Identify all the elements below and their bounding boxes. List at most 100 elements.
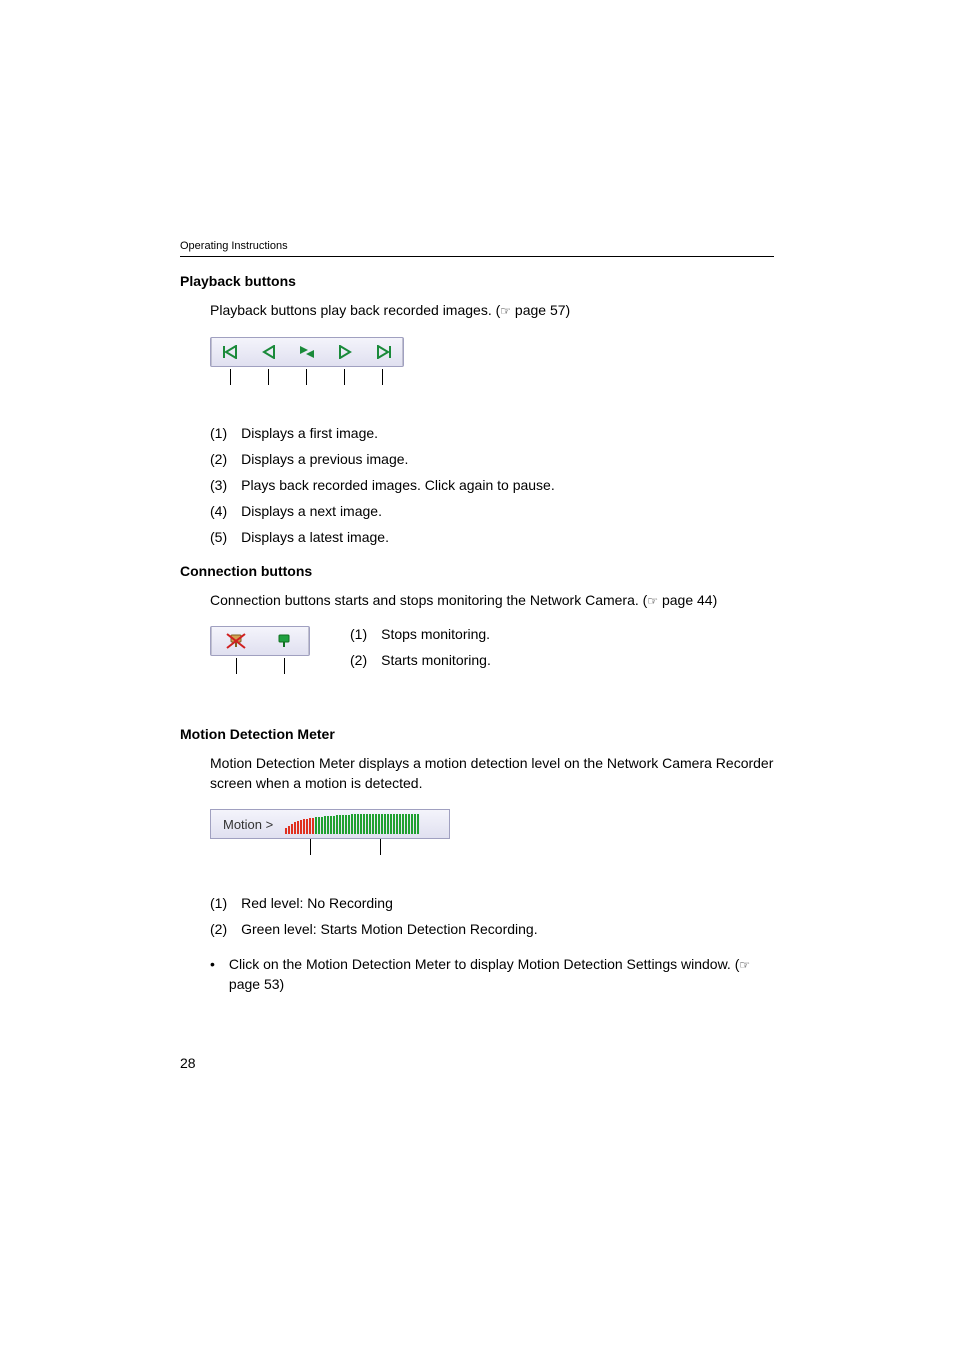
note-text: Click on the Motion Detection Meter to d… [229,955,774,994]
meter-bar-green [381,814,383,834]
last-image-button[interactable] [364,338,402,366]
stop-monitoring-button[interactable] [212,627,260,655]
first-image-button[interactable] [212,338,250,366]
meter-bar-red [291,824,293,834]
callout-tick [236,658,237,674]
meter-bar-red [303,819,305,834]
motion-meter-bars [285,814,427,834]
bullet-icon: • [210,955,215,994]
running-header: Operating Instructions [180,240,774,252]
callout-tick [344,369,345,385]
callout-tick [230,369,231,385]
list-item: (1)Red level: No Recording [210,895,774,911]
playback-intro: Playback buttons play back recorded imag… [210,301,774,321]
play-loop-icon [298,345,316,359]
callout-tick [284,658,285,674]
motion-figure: Motion > [210,809,450,865]
meter-bar-green [363,814,365,834]
playback-figure [210,337,774,395]
motion-intro: Motion Detection Meter displays a motion… [210,754,774,793]
page-number: 28 [180,1055,196,1071]
meter-bar-green [324,816,326,834]
header-rule [180,256,774,257]
meter-bar-green [354,814,356,834]
meter-bar-green [321,817,323,834]
callout-ticks [210,658,310,684]
list-item: (1) Displays a first image. [210,425,774,441]
camera-on-icon [273,632,295,650]
motion-meter-label: Motion > [211,817,285,832]
playback-intro-ref: page 57) [511,302,570,318]
meter-bar-green [408,814,410,834]
next-icon [338,345,352,359]
connection-list: (1)Stops monitoring. (2)Starts monitorin… [350,626,491,678]
meter-bar-green [387,814,389,834]
item-text: Displays a previous image. [241,451,408,467]
toolbar-separator [308,627,309,655]
meter-bar-green [393,814,395,834]
callout-tick [310,839,311,855]
meter-bar-green [351,814,353,834]
item-number: (2) [210,921,227,937]
connection-figure [210,626,310,684]
meter-bar-red [306,819,308,834]
list-item: (3)Plays back recorded images. Click aga… [210,477,774,493]
item-number: (2) [350,652,367,668]
meter-bar-green [345,815,347,834]
meter-bar-green [330,816,332,834]
reference-icon: ☞ [500,303,511,320]
next-image-button[interactable] [326,338,364,366]
play-pause-button[interactable] [288,338,326,366]
meter-bar-green [417,814,419,834]
callout-tick [380,839,381,855]
list-item: (5)Displays a latest image. [210,529,774,545]
toolbar-separator [402,338,403,366]
motion-list: (1)Red level: No Recording (2)Green leve… [210,895,774,937]
item-text: Stops monitoring. [381,626,490,642]
meter-bar-red [288,826,290,834]
list-item: (2) Displays a previous image. [210,451,774,467]
meter-bar-green [366,814,368,834]
meter-bar-green [315,817,317,834]
motion-note-list: • Click on the Motion Detection Meter to… [210,955,774,994]
motion-meter[interactable]: Motion > [210,809,450,839]
meter-bar-green [333,816,335,834]
meter-bar-green [405,814,407,834]
item-number: (4) [210,503,227,519]
item-number: (1) [210,425,227,441]
list-item: • Click on the Motion Detection Meter to… [210,955,774,994]
playback-intro-text: Playback buttons play back recorded imag… [210,302,500,318]
connection-intro-text: Connection buttons starts and stops moni… [210,592,647,608]
reference-icon: ☞ [647,593,658,610]
skip-last-icon [374,345,392,359]
meter-bar-red [285,828,287,834]
item-number: (5) [210,529,227,545]
meter-bar-green [384,814,386,834]
meter-bar-green [411,814,413,834]
list-item: (4)Displays a next image. [210,503,774,519]
meter-bar-green [369,814,371,834]
meter-bar-green [342,815,344,834]
connection-intro: Connection buttons starts and stops moni… [210,591,774,611]
prev-image-button[interactable] [250,338,288,366]
camera-off-icon [225,632,247,650]
callout-tick [268,369,269,385]
meter-bar-red [297,821,299,834]
meter-bar-green [360,814,362,834]
meter-bar-green [357,814,359,834]
document-page: Operating Instructions Playback buttons … [0,0,954,1351]
meter-bar-red [312,818,314,834]
connection-toolbar [210,626,310,656]
meter-bar-red [294,822,296,834]
item-text: Starts monitoring. [381,652,491,668]
start-monitoring-button[interactable] [260,627,308,655]
note-before: Click on the Motion Detection Meter to d… [229,956,739,972]
meter-bar-red [300,820,302,834]
item-text: Plays back recorded images. Click again … [241,477,555,493]
item-number: (2) [210,451,227,467]
motion-section-title: Motion Detection Meter [180,726,774,742]
meter-bar-green [318,817,320,834]
list-item: (2) Starts monitoring. [350,652,491,668]
meter-bar-green [414,814,416,834]
item-text: Displays a first image. [241,425,378,441]
